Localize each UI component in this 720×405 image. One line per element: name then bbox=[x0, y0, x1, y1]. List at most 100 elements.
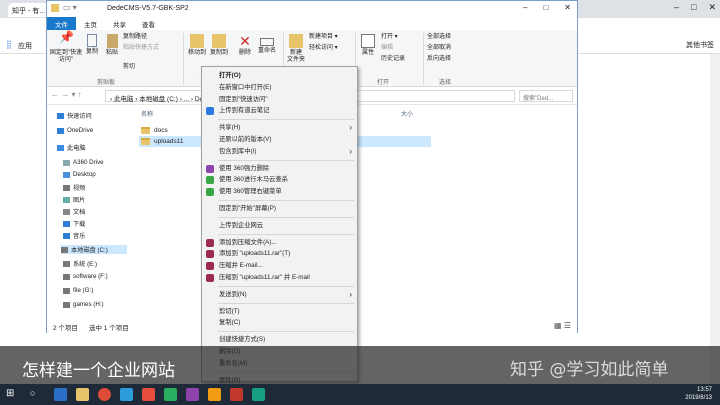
context-menu-item[interactable]: 压缩并 E-mail... bbox=[202, 260, 357, 271]
context-menu-item[interactable]: 压缩到 "uploads11.rar" 并 E-mail bbox=[202, 272, 357, 283]
context-menu-item[interactable]: 剪切(T) bbox=[202, 306, 357, 317]
menu-item-icon bbox=[206, 107, 214, 116]
sidebar-item[interactable]: OneDrive bbox=[57, 127, 93, 134]
menu-item-label: 上传到企业网云 bbox=[219, 221, 264, 229]
file-row[interactable]: docs bbox=[139, 125, 168, 136]
quick-access-toolbar-icon[interactable]: ▭ ▾ bbox=[63, 3, 77, 12]
download-icon bbox=[63, 220, 70, 227]
app-icon[interactable] bbox=[252, 388, 265, 401]
windows-start-icon[interactable]: ⊞ bbox=[6, 388, 19, 401]
tab-home[interactable]: 主页 bbox=[76, 17, 105, 30]
file-explorer-icon[interactable] bbox=[76, 388, 89, 401]
sidebar-item[interactable]: software (F:) bbox=[63, 273, 108, 280]
context-menu-item[interactable]: 添加到 "uploads11.rar"(T) bbox=[202, 248, 357, 259]
select-all-button[interactable]: 全部选择 bbox=[427, 34, 451, 41]
sidebar-item[interactable]: 快速访问 bbox=[57, 111, 92, 120]
context-menu-item[interactable]: 上传到有道云笔记 bbox=[202, 105, 357, 116]
sidebar-item[interactable]: games (H:) bbox=[63, 301, 104, 308]
minimize-icon[interactable]: – bbox=[523, 3, 527, 12]
sidebar-item-label: 本地磁盘 (C:) bbox=[71, 247, 108, 254]
new-folder-button[interactable]: 新建 文件夹 bbox=[285, 34, 307, 64]
sidebar-item[interactable]: Desktop bbox=[63, 171, 96, 178]
copy-button[interactable]: 复制 bbox=[83, 34, 101, 56]
paste-shortcut-button[interactable]: 粘贴快捷方式 bbox=[123, 45, 159, 52]
sidebar-item[interactable]: 此电脑 bbox=[57, 143, 86, 152]
sidebar-item[interactable]: 下载 bbox=[63, 219, 85, 228]
sidebar-item[interactable]: 系统 (E:) bbox=[63, 259, 97, 268]
browser-tab-label: 知乎 - 有... bbox=[12, 8, 46, 15]
context-menu-item[interactable]: 打开(O) bbox=[202, 70, 357, 81]
open-button[interactable]: 打开 ▾ bbox=[381, 34, 398, 41]
sidebar-item[interactable]: A360 Drive bbox=[63, 159, 104, 166]
context-menu-item[interactable]: 复制(C) bbox=[202, 317, 357, 328]
delete-button[interactable]: ✕ 删除 bbox=[235, 34, 255, 57]
column-name[interactable]: 名称 bbox=[141, 109, 153, 118]
context-menu-item[interactable]: 发送到(N) › bbox=[202, 289, 357, 300]
other-bookmarks[interactable]: 其他书签 bbox=[686, 40, 714, 50]
app-icon[interactable] bbox=[208, 388, 221, 401]
easy-access-button[interactable]: 轻松访问 ▾ bbox=[309, 45, 338, 52]
context-menu-item[interactable]: 添加到压缩文件(A)... bbox=[202, 237, 357, 248]
nav-arrows-icon[interactable]: ← → ▾ ↑ bbox=[51, 90, 82, 99]
app-icon[interactable] bbox=[164, 388, 177, 401]
cut-button[interactable]: 剪切 bbox=[123, 64, 135, 71]
rename-button[interactable]: 重命名 bbox=[255, 34, 279, 55]
select-all-label: 全部选择 bbox=[427, 34, 452, 40]
disk-icon bbox=[63, 287, 70, 294]
context-menu-item[interactable]: 共享(H) › bbox=[202, 122, 357, 133]
app-icon[interactable] bbox=[142, 388, 155, 401]
move-to-button[interactable]: 移动到 bbox=[187, 34, 207, 57]
column-size[interactable]: 大小 bbox=[401, 109, 413, 118]
view-toggle-icon[interactable]: ▦ ☰ bbox=[554, 321, 571, 330]
new-item-button[interactable]: 新建项目 ▾ bbox=[309, 34, 338, 41]
sidebar-item[interactable]: 本地磁盘 (C:) bbox=[61, 245, 127, 254]
app-icon[interactable] bbox=[186, 388, 199, 401]
context-menu-item[interactable]: 使用 360强力删除 bbox=[202, 163, 357, 174]
search-input[interactable]: 搜索"Ded... bbox=[519, 90, 573, 102]
copy-to-button[interactable]: 复制到 bbox=[209, 34, 229, 57]
context-menu-item[interactable]: 包含到库中(I) › bbox=[202, 146, 357, 157]
sidebar-item[interactable]: file (G:) bbox=[63, 287, 93, 294]
sidebar-item[interactable]: 文档 bbox=[63, 207, 85, 216]
context-menu-item[interactable]: 还原以前的版本(V) bbox=[202, 134, 357, 145]
context-menu-item[interactable]: 在新窗口中打开(E) bbox=[202, 82, 357, 93]
folder-icon bbox=[141, 127, 150, 134]
bookmark-apps-label[interactable]: 应用 bbox=[18, 41, 32, 51]
tab-share[interactable]: 共享 bbox=[105, 17, 134, 30]
copy-path-button[interactable]: 复制路径 bbox=[123, 34, 147, 41]
properties-button[interactable]: 属性 bbox=[359, 34, 377, 57]
context-menu-item[interactable]: 使用 360进行木马云查杀 bbox=[202, 174, 357, 185]
folder-icon bbox=[141, 138, 150, 145]
chrome-icon[interactable] bbox=[98, 388, 111, 401]
pin-quick-access-button[interactable]: 📌 固定到"快速访问" bbox=[49, 31, 83, 64]
apps-icon[interactable]: ⣿ bbox=[6, 40, 12, 49]
browser-scrollbar[interactable] bbox=[710, 54, 720, 384]
taskbar-clock[interactable]: 13:57 2019/8/13 bbox=[685, 386, 712, 402]
minimize-icon[interactable]: – bbox=[674, 2, 679, 13]
maximize-icon[interactable]: □ bbox=[691, 2, 696, 13]
sidebar-item[interactable]: 图片 bbox=[63, 195, 85, 204]
close-icon[interactable]: ✕ bbox=[708, 2, 716, 13]
app-icon[interactable] bbox=[230, 388, 243, 401]
sidebar-item[interactable]: 视频 bbox=[63, 183, 85, 192]
sidebar-item[interactable]: 音乐 bbox=[63, 231, 85, 240]
tab-view[interactable]: 查看 bbox=[134, 17, 163, 30]
select-none-button[interactable]: 全部取消 bbox=[427, 45, 451, 52]
invert-selection-button[interactable]: 反向选择 bbox=[427, 56, 451, 63]
paste-button[interactable]: 粘贴 bbox=[103, 34, 121, 57]
edit-button[interactable]: 编辑 bbox=[381, 45, 393, 52]
search-icon[interactable]: ○ bbox=[30, 388, 43, 401]
close-icon[interactable]: ✕ bbox=[564, 3, 571, 12]
desktop-icon bbox=[63, 171, 70, 178]
maximize-icon[interactable]: □ bbox=[543, 3, 548, 12]
context-menu-item[interactable]: 创建快捷方式(S) bbox=[202, 334, 357, 345]
context-menu-item[interactable]: 使用 360管理右键菜单 bbox=[202, 186, 357, 197]
context-menu-item[interactable]: 固定到"开始"屏幕(P) bbox=[202, 203, 357, 214]
edge-icon[interactable] bbox=[54, 388, 67, 401]
history-button[interactable]: 历史记录 bbox=[381, 56, 405, 63]
context-menu: 打开(O) 在新窗口中打开(E) 固定到"快速访问" 上传到有道云笔记 共享(H) › 还原… bbox=[201, 66, 358, 384]
context-menu-item[interactable]: 固定到"快速访问" bbox=[202, 94, 357, 105]
tab-file[interactable]: 文件 bbox=[47, 17, 76, 30]
context-menu-item[interactable]: 上传到企业网云 bbox=[202, 220, 357, 231]
app-icon[interactable] bbox=[120, 388, 133, 401]
